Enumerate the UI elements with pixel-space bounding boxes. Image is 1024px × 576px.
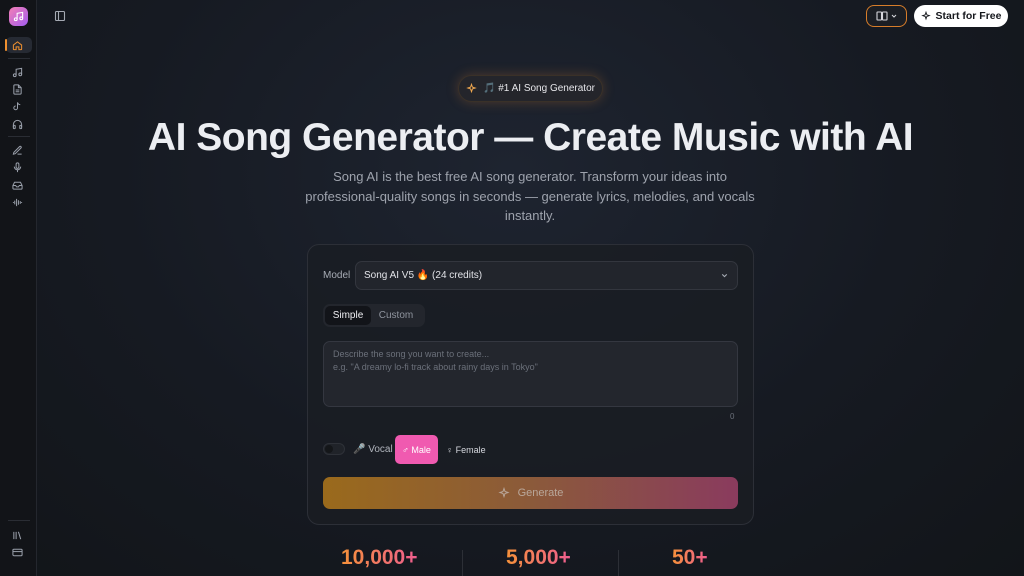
song-description-input[interactable]: Describe the song you want to create... … <box>323 341 738 407</box>
panel-left-icon <box>54 10 66 22</box>
mode-tabs: Simple Custom <box>323 304 425 327</box>
sidebar-divider <box>8 58 30 59</box>
app-logo[interactable] <box>9 7 28 26</box>
start-for-free-label: Start for Free <box>935 10 1002 22</box>
female-voice-button[interactable]: ♀ Female <box>443 435 489 464</box>
music-note-logo-icon <box>13 11 24 22</box>
home-icon <box>12 40 22 50</box>
document-icon <box>12 83 22 95</box>
chevron-down-icon <box>891 14 896 18</box>
credit-card-icon <box>11 548 23 556</box>
male-voice-button[interactable]: ♂ Male <box>395 435 438 464</box>
sparkles-icon <box>920 11 931 21</box>
sidebar-item-inbox[interactable] <box>8 177 26 193</box>
stat-genres: 50+ <box>672 546 708 569</box>
tab-custom[interactable]: Custom <box>371 306 421 325</box>
tab-simple[interactable]: Simple <box>325 306 371 325</box>
sparkles-icon <box>497 487 510 499</box>
sidebar-item-voice[interactable] <box>8 159 26 175</box>
stat-divider <box>462 550 463 576</box>
prompt-placeholder-line2: e.g. "A dreamy lo-fi track about rainy d… <box>333 362 538 372</box>
sidebar-item-lyrics[interactable] <box>8 81 26 97</box>
vocal-toggle[interactable] <box>323 443 345 455</box>
model-label: Model <box>323 270 351 281</box>
hero-badge: 🎵 #1 AI Song Generator <box>458 75 603 102</box>
model-select[interactable]: Song AI V5 🔥 (24 credits) <box>355 261 738 290</box>
sidebar-item-music[interactable] <box>8 64 26 80</box>
character-count: 0 <box>730 412 735 421</box>
sidebar-item-home[interactable] <box>8 37 26 53</box>
stat-songs: 10,000+ <box>341 546 418 569</box>
chevron-down-icon <box>721 273 728 278</box>
page-title: AI Song Generator — Create Music with AI <box>147 116 914 159</box>
stat-divider <box>618 550 619 576</box>
toggle-sidebar-button[interactable] <box>52 8 68 24</box>
vocal-label: 🎤 Vocal <box>353 444 393 455</box>
start-for-free-button[interactable]: Start for Free <box>914 5 1008 27</box>
tiktok-icon <box>12 101 20 110</box>
hero-badge-label: 🎵 #1 AI Song Generator <box>483 83 595 94</box>
generate-button[interactable]: Generate <box>323 477 738 509</box>
sidebar <box>0 0 37 576</box>
music-note-icon <box>12 67 22 77</box>
sidebar-item-library[interactable] <box>8 527 26 543</box>
prompt-placeholder-line1: Describe the song you want to create... <box>333 349 490 359</box>
microphone-icon <box>13 161 21 172</box>
sidebar-active-indicator <box>5 39 7 51</box>
sidebar-item-audio[interactable] <box>8 194 26 210</box>
library-icon <box>12 531 21 539</box>
waveform-icon <box>12 198 22 206</box>
inbox-icon <box>11 181 23 190</box>
sidebar-item-billing[interactable] <box>8 544 26 560</box>
page-subtitle: Song AI is the best free AI song generat… <box>305 169 755 223</box>
female-voice-label: ♀ Female <box>446 444 486 455</box>
book-open-icon <box>875 11 888 21</box>
model-select-value: Song AI V5 🔥 (24 credits) <box>364 270 483 281</box>
sidebar-item-tiktok[interactable] <box>8 98 26 114</box>
language-selector-button[interactable] <box>866 5 907 27</box>
stat-users: 5,000+ <box>506 546 571 569</box>
male-voice-label: ♂ Male <box>402 444 431 455</box>
sparkles-icon <box>466 83 477 94</box>
generate-label: Generate <box>517 487 564 499</box>
sidebar-divider <box>8 520 30 521</box>
